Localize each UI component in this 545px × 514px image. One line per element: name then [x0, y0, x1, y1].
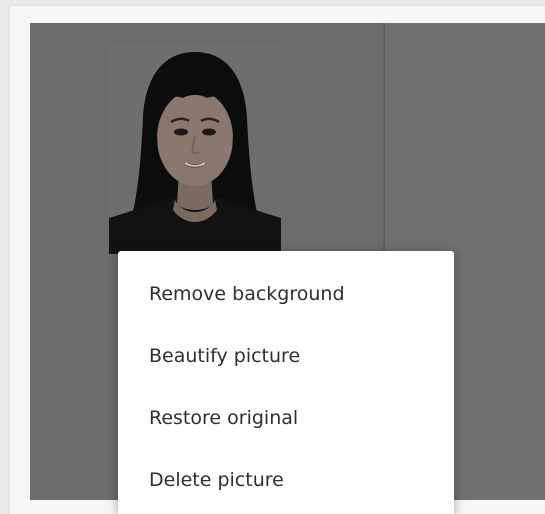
menu-item-restore-original[interactable]: Restore original: [118, 392, 454, 444]
portrait-photo[interactable]: [109, 44, 281, 254]
menu-item-remove-background[interactable]: Remove background: [118, 268, 454, 320]
portrait-image: [109, 44, 281, 254]
menu-item-beautify-picture[interactable]: Beautify picture: [118, 330, 454, 382]
context-menu: Remove background Beautify picture Resto…: [118, 251, 454, 514]
menu-item-delete-picture[interactable]: Delete picture: [118, 454, 454, 506]
